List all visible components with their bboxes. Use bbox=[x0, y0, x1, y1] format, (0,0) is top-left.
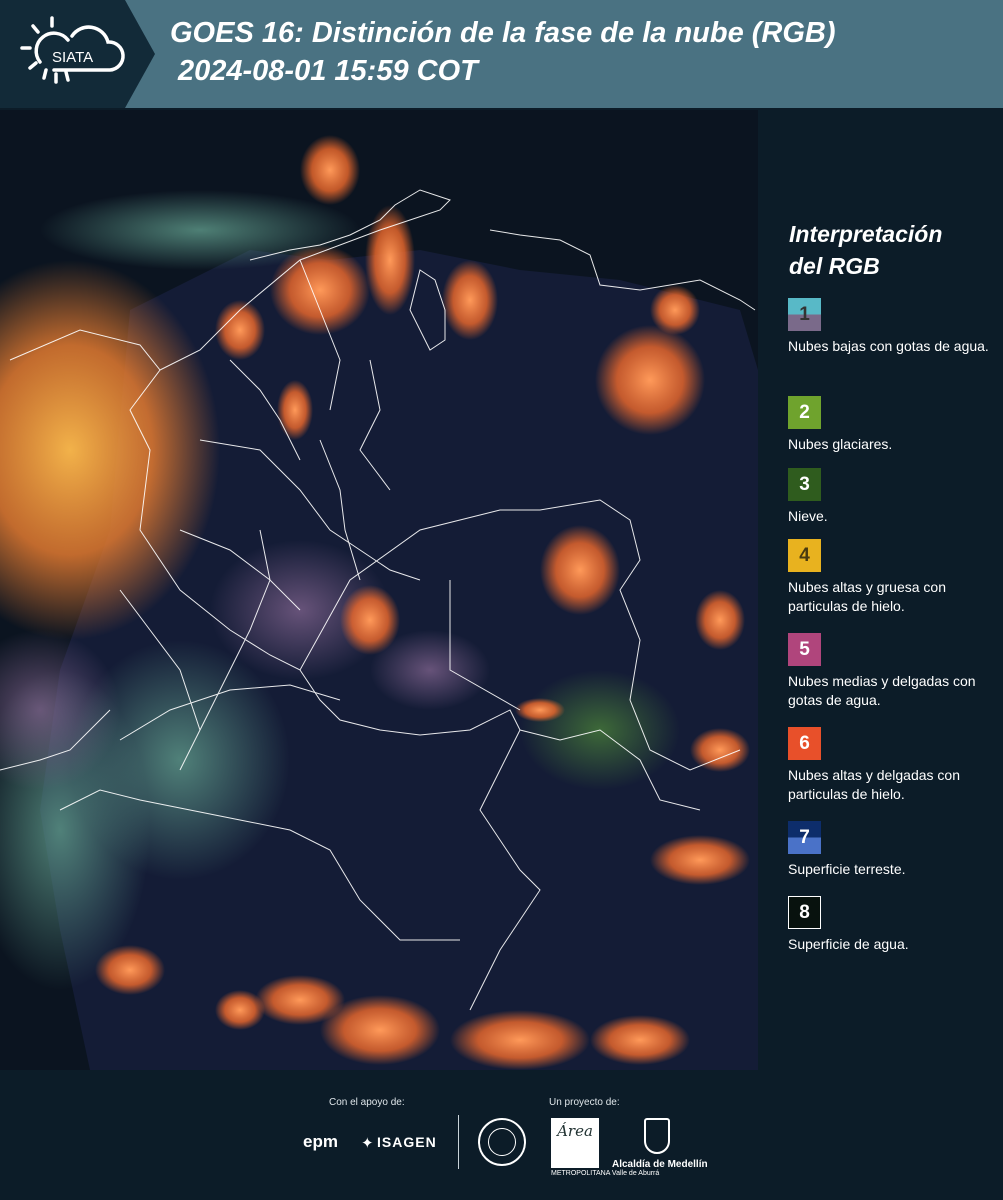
legend-item-7: 7 Superficie terreste. bbox=[788, 821, 998, 879]
legend-label-1: Nubes bajas con gotas de agua. bbox=[788, 338, 989, 354]
legend-swatch-4: 4 bbox=[788, 539, 821, 572]
epm-logo: epm bbox=[303, 1132, 338, 1151]
project-label: Un proyecto de: bbox=[549, 1097, 620, 1108]
legend-label-5: Nubes medias y delgadas con gotas de agu… bbox=[788, 673, 976, 708]
legend-swatch-7: 7 bbox=[788, 821, 821, 854]
legend-swatch-3: 3 bbox=[788, 468, 821, 501]
isagen-logo: ISAGEN bbox=[377, 1134, 437, 1150]
legend-item-4: 4 Nubes altas y gruesa con particulas de… bbox=[788, 539, 998, 616]
legend-panel: Interpretación del RGB 1 Nubes bajas con… bbox=[772, 110, 1003, 1070]
legend-swatch-2: 2 bbox=[788, 396, 821, 429]
alcaldia-shield-icon bbox=[644, 1118, 670, 1154]
satellite-rgb-map bbox=[0, 110, 758, 1070]
area-metropolitana-logo: Área bbox=[551, 1118, 599, 1168]
legend-label-2: Nubes glaciares. bbox=[788, 436, 893, 452]
svg-text:SIATA: SIATA bbox=[52, 49, 93, 66]
legend-swatch-1: 1 bbox=[788, 298, 821, 331]
legend-label-7: Superficie terreste. bbox=[788, 861, 906, 877]
isagen-star-icon: ✦ bbox=[361, 1135, 374, 1152]
legend-item-8: 8 Superficie de agua. bbox=[788, 896, 998, 954]
legend-title: Interpretación del RGB bbox=[789, 221, 943, 279]
legend-swatch-5: 5 bbox=[788, 633, 821, 666]
government-seal-icon bbox=[478, 1118, 526, 1166]
legend-item-6: 6 Nubes altas y delgadas con particulas … bbox=[788, 727, 998, 804]
legend-item-2: 2 Nubes glaciares. bbox=[788, 396, 998, 454]
header-bar: SIATA GOES 16: Distinción de la fase de … bbox=[0, 0, 1003, 108]
legend-swatch-8: 8 bbox=[788, 896, 821, 929]
legend-label-8: Superficie de agua. bbox=[788, 936, 909, 952]
timestamp: 2024-08-01 15:59 COT bbox=[178, 55, 478, 87]
footer-divider bbox=[458, 1115, 459, 1169]
support-label: Con el apoyo de: bbox=[329, 1097, 405, 1108]
legend-item-3: 3 Nieve. bbox=[788, 468, 998, 526]
legend-item-1: 1 Nubes bajas con gotas de agua. bbox=[788, 298, 998, 356]
area-metropolitana-subtext: METROPOLITANA Valle de Aburrá bbox=[551, 1170, 660, 1177]
siata-logo: SIATA bbox=[0, 0, 155, 108]
legend-label-4: Nubes altas y gruesa con particulas de h… bbox=[788, 579, 946, 614]
alcaldia-logo-text: Alcaldía de Medellín bbox=[612, 1159, 708, 1170]
page-title: GOES 16: Distinción de la fase de la nub… bbox=[170, 17, 836, 49]
legend-label-3: Nieve. bbox=[788, 508, 828, 524]
footer: Con el apoyo de: Un proyecto de: epm ✦ I… bbox=[0, 1070, 1003, 1200]
legend-swatch-6: 6 bbox=[788, 727, 821, 760]
legend-label-6: Nubes altas y delgadas con particulas de… bbox=[788, 767, 960, 802]
legend-item-5: 5 Nubes medias y delgadas con gotas de a… bbox=[788, 633, 998, 710]
